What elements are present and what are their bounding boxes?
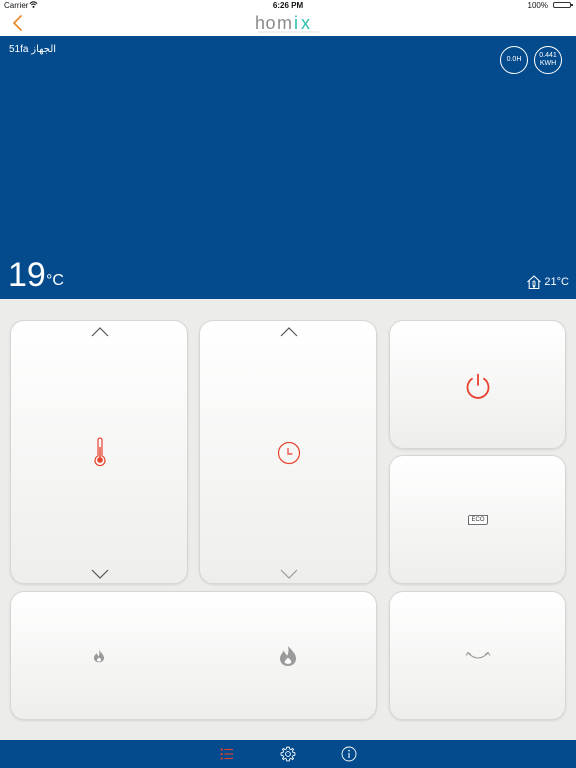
status-time: 6:26 PM (272, 1, 304, 10)
svg-text:ho: ho (255, 13, 276, 33)
timer-tile[interactable] (199, 320, 377, 584)
tab-bar (0, 740, 576, 768)
status-bar: Carrier 6:26 PM 100% (0, 0, 576, 11)
homix-logo: ho m i x (255, 13, 319, 33)
timer-up-chevron-icon[interactable] (280, 327, 298, 337)
outdoor-temperature: 21°C (526, 274, 569, 290)
energy-value: 0.441 (539, 52, 557, 59)
eco-mode-tile[interactable]: ECO (389, 455, 566, 584)
temperature-unit: °C (46, 272, 64, 289)
high-flame-icon[interactable] (279, 645, 297, 667)
battery-percent: 100% (527, 1, 548, 10)
temperature-setpoint-tile[interactable] (10, 320, 188, 584)
svg-text:m: m (277, 13, 292, 33)
eco-label: ECO (471, 517, 485, 523)
current-temperature: 19 (8, 256, 46, 294)
swing-tile[interactable] (389, 591, 566, 720)
back-chevron-icon[interactable] (11, 14, 25, 32)
hours-badge: 0.0H (500, 46, 528, 74)
house-thermometer-icon (527, 275, 542, 290)
temperature-up-chevron-icon[interactable] (91, 327, 109, 337)
energy-badge: 0.441 KWH (534, 46, 562, 74)
timer-down-chevron-icon[interactable] (280, 569, 298, 579)
svg-text:i: i (294, 13, 298, 33)
power-tile[interactable] (389, 320, 566, 449)
device-status-panel: 51fa الجهاز 0.0H 0.441 KWH 19 °C 21°C (0, 36, 576, 299)
outdoor-temperature-value: 21°C (544, 276, 569, 288)
temperature-down-chevron-icon[interactable] (91, 569, 109, 579)
info-icon[interactable] (341, 746, 357, 762)
energy-unit: KWH (539, 60, 557, 67)
battery-icon (553, 2, 573, 8)
swing-arc-icon (465, 651, 491, 659)
heat-level-tile (10, 591, 377, 720)
clock-icon (277, 441, 301, 465)
settings-gear-icon[interactable] (280, 746, 296, 762)
power-icon[interactable] (464, 372, 492, 400)
list-icon[interactable] (220, 747, 234, 761)
thermometer-icon (94, 437, 106, 467)
low-flame-icon[interactable] (93, 649, 105, 663)
svg-text:x: x (301, 13, 310, 33)
device-name: 51fa الجهاز (9, 44, 57, 55)
nav-bar: ho m i x (0, 11, 576, 36)
hours-value: 0.0H (506, 56, 522, 63)
